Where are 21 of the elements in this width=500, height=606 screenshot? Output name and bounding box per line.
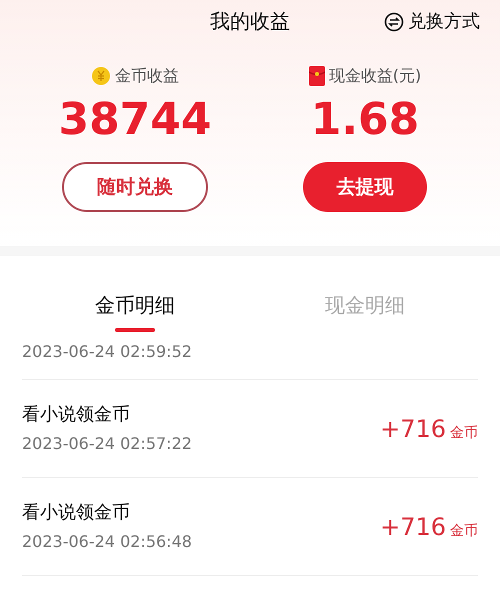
withdraw-button[interactable]: 去提现 [303,162,427,212]
record-time: 2023-06-24 02:59:52 [22,341,192,363]
amount-unit: 金币 [450,424,478,442]
redeem-button[interactable]: 随时兑换 [62,162,208,212]
record-amount: +716 [380,414,446,444]
record-title: 看小说领金币 [22,403,131,427]
balance-label: 现金收益(元) [328,65,422,87]
record-title: 看小说领金币 [22,501,131,525]
page-title: 我的收益 [210,8,290,35]
record-time: 2023-06-24 02:56:48 [22,531,192,553]
balance-label: 金币收益 [115,65,179,87]
record-amount: +716 [380,512,446,542]
envelope-icon [308,66,325,86]
coin-icon [91,66,111,86]
exchange-method-button[interactable]: 兑换方式 [384,8,480,35]
balance-amount: 38744 [58,93,212,147]
exchange-icon [384,12,404,32]
amount-unit: 金币 [450,522,478,540]
record-time: 2023-06-24 02:57:22 [22,433,192,455]
tab[interactable]: 金币明细 [20,290,250,332]
balance-amount: 1.68 [310,93,420,147]
